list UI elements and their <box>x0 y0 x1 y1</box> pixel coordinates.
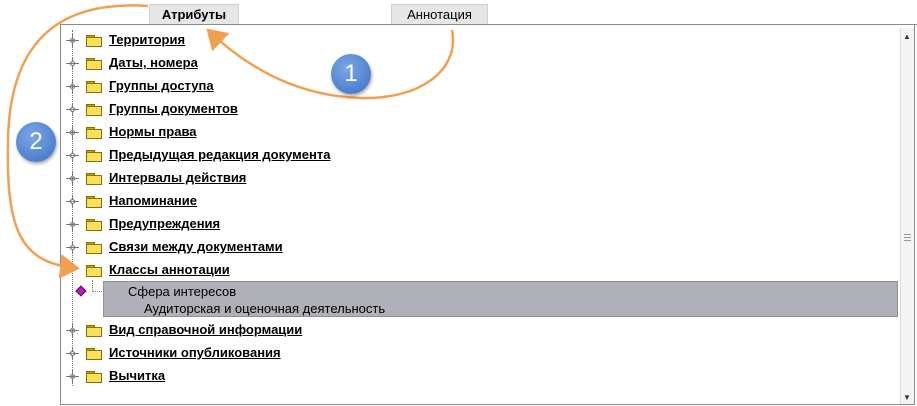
annotation-arrows <box>6 4 455 279</box>
callout-badge-2: 2 <box>16 122 56 162</box>
callout-badge-1: 1 <box>331 54 371 94</box>
arrow-1 <box>206 28 455 100</box>
